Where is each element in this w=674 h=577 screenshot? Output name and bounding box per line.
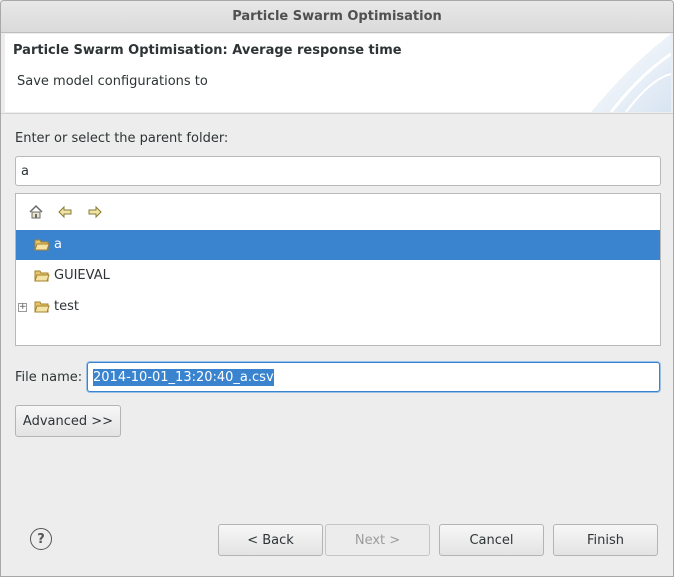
finish-button[interactable]: Finish xyxy=(553,524,658,556)
back-arrow-icon[interactable] xyxy=(56,203,74,221)
banner-title: Particle Swarm Optimisation: Average res… xyxy=(13,43,402,58)
back-button[interactable]: < Back xyxy=(218,524,323,556)
tree-toolbar xyxy=(16,194,660,230)
cancel-button[interactable]: Cancel xyxy=(439,524,544,556)
file-name-input[interactable]: 2014-10-01_13:20:40_a.csv xyxy=(87,362,660,392)
file-name-value: 2014-10-01_13:20:40_a.csv xyxy=(93,368,274,386)
banner-decoration-icon xyxy=(591,34,671,112)
parent-folder-label: Enter or select the parent folder: xyxy=(15,131,229,146)
wizard-banner: Particle Swarm Optimisation: Average res… xyxy=(5,34,671,112)
home-icon[interactable] xyxy=(27,203,45,221)
tree-item-label: GUIEVAL xyxy=(54,268,110,283)
folder-open-icon xyxy=(34,301,50,313)
parent-folder-value: a xyxy=(21,163,29,179)
advanced-button[interactable]: Advanced >> xyxy=(15,405,121,437)
banner-separator xyxy=(1,113,673,114)
folder-tree: a GUIEVAL + test xyxy=(15,193,661,346)
banner-description: Save model configurations to xyxy=(17,74,208,89)
folder-open-icon xyxy=(34,239,50,251)
tree-item-guieval[interactable]: GUIEVAL xyxy=(16,261,660,291)
dialog-window: Particle Swarm Optimisation Particle Swa… xyxy=(0,0,674,577)
window-title: Particle Swarm Optimisation xyxy=(1,1,673,33)
tree-item-label: a xyxy=(54,237,62,252)
tree-item-label: test xyxy=(54,299,79,314)
file-name-label: File name: xyxy=(15,370,83,385)
help-icon[interactable]: ? xyxy=(30,528,52,550)
expand-plus-icon[interactable]: + xyxy=(18,303,27,312)
parent-folder-input[interactable]: a xyxy=(15,156,661,186)
folder-open-icon xyxy=(34,270,50,282)
next-button: Next > xyxy=(325,524,430,556)
forward-arrow-icon[interactable] xyxy=(86,203,104,221)
tree-item-a[interactable]: a xyxy=(16,230,660,260)
tree-item-test[interactable]: + test xyxy=(16,292,660,322)
